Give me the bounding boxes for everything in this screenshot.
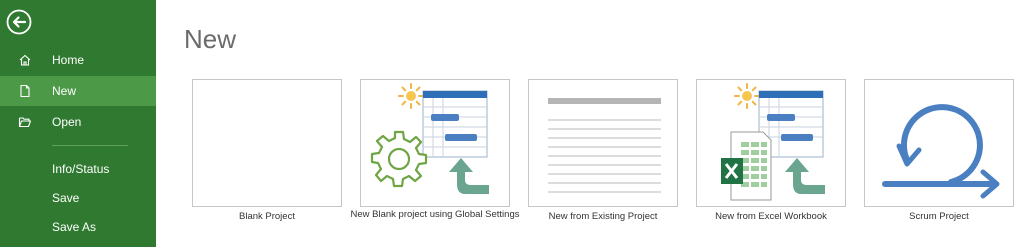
nav-item-save-as[interactable]: Save As [52,220,96,234]
template-blank-project[interactable] [192,79,342,207]
gantt-gear-icon [370,83,489,194]
template-scrum-project[interactable] [864,79,1014,207]
home-icon [19,54,31,66]
document-lines-icon [548,98,661,193]
excel-gantt-icon [721,83,825,201]
back-button[interactable] [6,9,32,35]
sun-icon [398,83,424,109]
sun-icon [734,83,760,109]
template-label: Scrum Project [909,211,969,222]
template-blank-global-settings[interactable] [360,79,510,207]
nav-divider [52,145,128,146]
nav-item-label: New [52,84,77,98]
excel-icon [721,131,772,201]
nav-item-label: Home [52,53,85,67]
backstage-sidebar: Home New Open Info/Status Save Save As [0,0,156,247]
template-existing-project[interactable] [528,79,678,207]
nav-item-new[interactable]: New [0,76,156,106]
nav-item-save[interactable]: Save [52,191,79,205]
template-label: New Blank project using Global Settings [350,209,520,220]
nav-item-info-status[interactable]: Info/Status [52,162,109,176]
up-arrow-icon [449,158,489,194]
nav-item-label: Open [52,115,82,129]
template-label: New from Existing Project [548,211,658,222]
template-label: New from Excel Workbook [715,211,827,222]
open-folder-icon [18,117,32,128]
new-document-icon [20,84,30,98]
nav-item-open[interactable]: Open [0,107,156,137]
page-title: New [184,24,237,54]
gear-icon [370,130,428,188]
template-excel-workbook[interactable] [696,79,846,207]
up-arrow-icon [785,158,825,194]
template-label: Blank Project [239,211,295,222]
scrum-cycle-icon [882,104,1000,199]
back-arrow-icon [6,9,32,35]
nav-item-home[interactable]: Home [0,45,156,75]
